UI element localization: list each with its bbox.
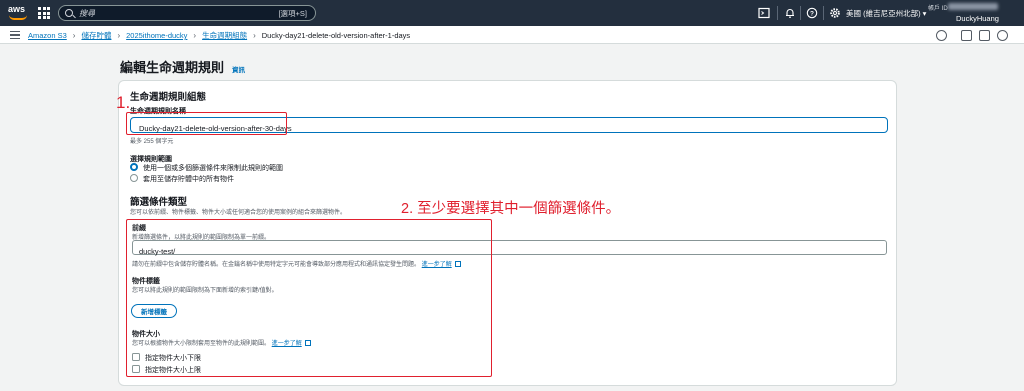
account-id-label: 帳戶 ID [928,6,948,12]
scope-radio-filter[interactable] [130,163,138,171]
chevron-right-icon: › [72,31,76,40]
feedback-icon[interactable] [961,30,972,41]
account-username: DuckyHuang [956,14,999,23]
search-shortcut: [選項+S] [278,9,307,18]
breadcrumb-lifecycle[interactable]: 生命週期組態 [202,30,247,41]
info-circle-icon[interactable] [936,30,947,41]
search-icon [65,9,73,17]
clock-icon[interactable] [997,30,1008,41]
region-selector[interactable]: 美國 (維吉尼亞州北部) ▾ [846,8,926,19]
account-id-redacted [948,3,998,10]
svg-text:?: ? [810,10,814,17]
account-menu[interactable]: 帳戶 ID DuckyHuang [928,2,1022,24]
breadcrumb-bucket-name[interactable]: 2025ithome-ducky [126,31,187,40]
breadcrumb-current: Ducky-day21-delete-old-version-after-1-d… [261,31,411,40]
rule-name-hint: 最多 255 個字元 [130,139,174,145]
breadcrumb-buckets[interactable]: 儲存貯體 [81,30,111,41]
aws-logo[interactable]: aws [8,4,30,22]
chevron-right-icon: › [253,31,256,40]
search-box[interactable]: 搜尋 [選項+S] [58,5,316,21]
annotation-box-filters [126,219,492,377]
scope-option-all[interactable]: 套用至儲存貯體中的所有物件 [143,174,234,184]
breadcrumb-bar: Amazon S3 › 儲存貯體 › 2025ithome-ducky › 生命… [0,26,1024,44]
cloudshell-icon[interactable] [758,7,770,19]
top-navigation: aws 搜尋 [選項+S] ? 美國 (維吉尼亞州北部) ▾ 帳戶 ID Duc… [0,0,1024,26]
help-icon[interactable]: ? [806,7,818,19]
page-title: 編輯生命週期規則 [120,60,225,75]
filter-heading: 篩選條件類型 [130,197,188,208]
menu-icon[interactable] [10,31,20,39]
chevron-right-icon: › [117,31,121,40]
services-grid-icon[interactable] [38,7,50,19]
breadcrumb-s3[interactable]: Amazon S3 [28,31,67,40]
aws-logo-text: aws [8,4,26,14]
breadcrumb: Amazon S3 › 儲存貯體 › 2025ithome-ducky › 生命… [28,30,410,41]
search-placeholder: 搜尋 [79,9,95,18]
settings-gear-icon[interactable] [829,7,841,19]
config-heading: 生命週期規則組態 [130,92,207,103]
filter-description: 您可以依前綴、物件標籤、物件大小或任何適合您的使用案例的組合來篩選物件。 [130,210,347,216]
chevron-right-icon: › [193,31,197,40]
panel-toggle-icon[interactable] [979,30,990,41]
notifications-bell-icon[interactable] [784,7,796,19]
annotation-one: 1. [116,93,131,112]
annotation-two: 2. 至少要選擇其中一個篩選條件。 [401,201,621,217]
scope-radio-all[interactable] [130,174,138,182]
annotation-box-rule-name [126,112,287,135]
info-link[interactable]: 資訊 [232,64,245,74]
scope-option-filter[interactable]: 使用一個或多個篩選條件來限制此規則的範圍 [143,163,283,173]
